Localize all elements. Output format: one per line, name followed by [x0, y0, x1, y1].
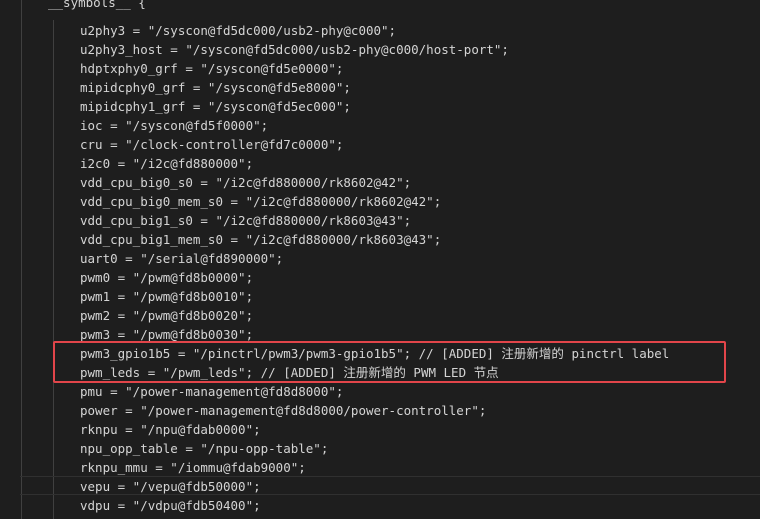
code-line[interactable]: npu_opp_table = "/npu-opp-table"; — [0, 439, 760, 458]
code-line[interactable]: pwm0 = "/pwm@fd8b0000"; — [0, 268, 760, 287]
code-line[interactable]: u2phy3 = "/syscon@fd5dc000/usb2-phy@c000… — [0, 21, 760, 40]
code-line[interactable]: mipidcphy1_grf = "/syscon@fd5ec000"; — [0, 97, 760, 116]
code-line[interactable]: vdd_cpu_big1_s0 = "/i2c@fd880000/rk8603@… — [0, 211, 760, 230]
added-lines-highlight-box — [53, 341, 726, 383]
code-text: vepu = "/vepu@fdb50000"; — [80, 479, 261, 494]
code-line[interactable]: vdd_cpu_big1_mem_s0 = "/i2c@fd880000/rk8… — [0, 230, 760, 249]
code-line[interactable]: rkvenc0 = "/rkvenc-core@fdbd0000"; — [0, 515, 760, 519]
code-text: mipidcphy1_grf = "/syscon@fd5ec000"; — [80, 99, 351, 114]
code-text: pwm0 = "/pwm@fd8b0000"; — [80, 270, 254, 285]
code-line[interactable]: uart0 = "/serial@fd890000"; — [0, 249, 760, 268]
code-text: __symbols__ { — [48, 0, 146, 10]
code-text: uart0 = "/serial@fd890000"; — [80, 251, 284, 266]
code-text: i2c0 = "/i2c@fd880000"; — [80, 156, 254, 171]
code-editor[interactable]: __symbols__ { u2phy3 = "/syscon@fd5dc000… — [0, 0, 760, 519]
code-text: u2phy3 = "/syscon@fd5dc000/usb2-phy@c000… — [80, 23, 397, 38]
code-text: vdd_cpu_big1_s0 = "/i2c@fd880000/rk8603@… — [80, 213, 412, 228]
code-text: vdd_cpu_big1_mem_s0 = "/i2c@fd880000/rk8… — [80, 232, 442, 247]
code-line[interactable]: mipidcphy0_grf = "/syscon@fd5e8000"; — [0, 78, 760, 97]
code-line[interactable]: pmu = "/power-management@fd8d8000"; — [0, 382, 760, 401]
code-text: rknpu_mmu = "/iommu@fdab9000"; — [80, 460, 306, 475]
code-line[interactable]: cru = "/clock-controller@fd7c0000"; — [0, 135, 760, 154]
code-line[interactable]: u2phy3_host = "/syscon@fd5dc000/usb2-phy… — [0, 40, 760, 59]
code-text: rkvenc0 = "/rkvenc-core@fdbd0000"; — [80, 515, 336, 519]
code-line[interactable]: power = "/power-management@fd8d8000/powe… — [0, 401, 760, 420]
code-text: pmu = "/power-management@fd8d8000"; — [80, 384, 344, 399]
code-line[interactable]: hdptxphy0_grf = "/syscon@fd5e0000"; — [0, 59, 760, 78]
code-text: hdptxphy0_grf = "/syscon@fd5e0000"; — [80, 61, 344, 76]
code-text: u2phy3_host = "/syscon@fd5dc000/usb2-phy… — [80, 42, 509, 57]
code-line[interactable]: pwm2 = "/pwm@fd8b0020"; — [0, 306, 760, 325]
code-line-header[interactable]: __symbols__ { — [0, 0, 760, 19]
code-line[interactable]: i2c0 = "/i2c@fd880000"; — [0, 154, 760, 173]
code-text: pwm1 = "/pwm@fd8b0010"; — [80, 289, 254, 304]
code-line[interactable]: vepu = "/vepu@fdb50000"; — [0, 477, 760, 496]
code-line[interactable]: ioc = "/syscon@fd5f0000"; — [0, 116, 760, 135]
code-text: pwm2 = "/pwm@fd8b0020"; — [80, 308, 254, 323]
code-line[interactable]: vdd_cpu_big0_s0 = "/i2c@fd880000/rk8602@… — [0, 173, 760, 192]
code-text: cru = "/clock-controller@fd7c0000"; — [80, 137, 344, 152]
code-line[interactable]: vdd_cpu_big0_mem_s0 = "/i2c@fd880000/rk8… — [0, 192, 760, 211]
code-text: ioc = "/syscon@fd5f0000"; — [80, 118, 269, 133]
code-text: vdd_cpu_big0_s0 = "/i2c@fd880000/rk8602@… — [80, 175, 412, 190]
code-line[interactable]: vdpu = "/vdpu@fdb50400"; — [0, 496, 760, 515]
code-text: mipidcphy0_grf = "/syscon@fd5e8000"; — [80, 80, 351, 95]
code-text: rknpu = "/npu@fdab0000"; — [80, 422, 261, 437]
code-text: vdpu = "/vdpu@fdb50400"; — [80, 498, 261, 513]
code-line[interactable]: rknpu = "/npu@fdab0000"; — [0, 420, 760, 439]
code-text: vdd_cpu_big0_mem_s0 = "/i2c@fd880000/rk8… — [80, 194, 442, 209]
code-line[interactable]: pwm1 = "/pwm@fd8b0010"; — [0, 287, 760, 306]
code-text: power = "/power-management@fd8d8000/powe… — [80, 403, 487, 418]
code-text: npu_opp_table = "/npu-opp-table"; — [80, 441, 329, 456]
code-line[interactable]: rknpu_mmu = "/iommu@fdab9000"; — [0, 458, 760, 477]
